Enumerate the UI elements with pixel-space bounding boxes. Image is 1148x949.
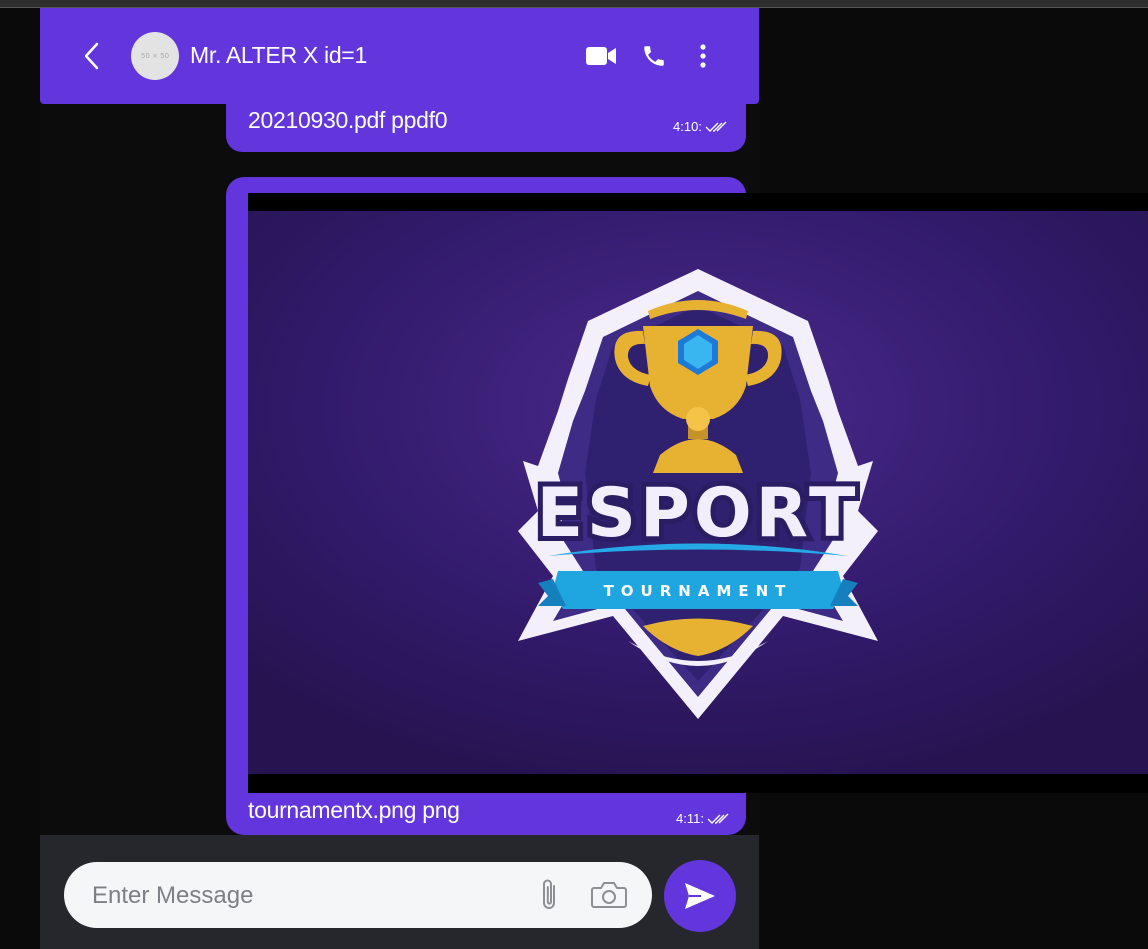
message-time-label: 4:11: — [676, 811, 704, 826]
image-ribbon-text: TOURNAMENT — [604, 582, 793, 600]
double-check-icon — [705, 121, 727, 132]
more-icon — [700, 44, 706, 68]
message-input-container — [64, 862, 652, 928]
back-icon — [84, 42, 99, 70]
phone-icon — [644, 46, 664, 66]
avatar-placeholder-label: 50 × 50 — [140, 52, 170, 60]
voice-call-button[interactable] — [640, 38, 668, 74]
chat-header: 50 × 50 Mr. ALTER X id=1 — [40, 8, 759, 104]
contact-name[interactable]: Mr. ALTER X id=1 — [190, 42, 367, 69]
video-call-icon — [586, 47, 616, 65]
more-options-button[interactable] — [694, 38, 712, 74]
message-text: 20210930.pdf ppdf0 — [248, 107, 448, 133]
window-top-strip — [0, 0, 1148, 8]
camera-icon — [591, 882, 627, 908]
send-icon — [685, 883, 715, 909]
message-input[interactable] — [90, 876, 514, 916]
camera-button[interactable] — [588, 877, 630, 913]
attach-button[interactable] — [534, 875, 564, 915]
composer-bar — [40, 835, 759, 949]
message-time-label: 4:10: — [673, 119, 702, 134]
image-attachment[interactable]: ESPORT ESPORT TOURNAMENT — [248, 193, 1148, 793]
video-call-button[interactable] — [584, 38, 618, 74]
esport-tournament-image: ESPORT ESPORT TOURNAMENT — [248, 211, 1148, 774]
avatar[interactable]: 50 × 50 — [131, 32, 179, 80]
double-check-icon — [707, 813, 729, 824]
image-title: ESPORT — [537, 474, 860, 553]
message-time: 4:10: — [673, 119, 729, 134]
attach-icon — [543, 879, 555, 909]
image-caption: tournamentx.png png — [248, 797, 460, 823]
send-button[interactable] — [664, 860, 736, 932]
back-button[interactable] — [78, 39, 104, 73]
message-time: 4:11: — [676, 811, 731, 826]
